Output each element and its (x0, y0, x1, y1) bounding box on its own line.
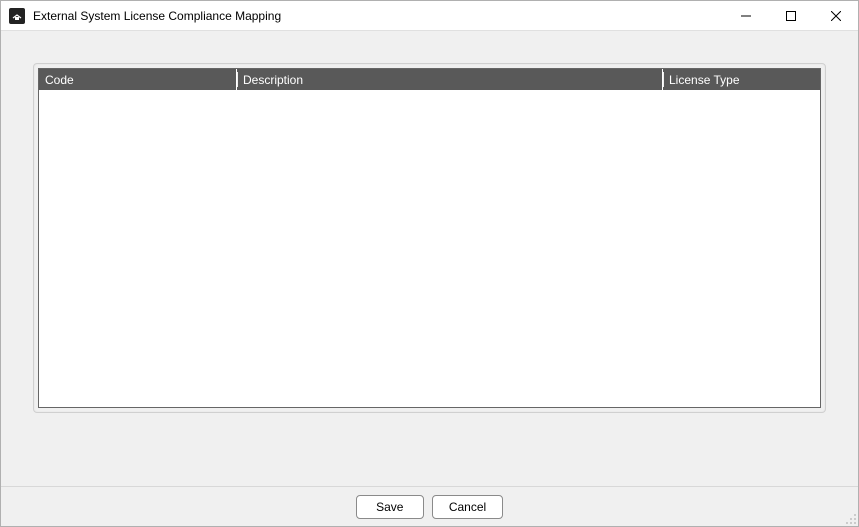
dialog-buttons: Save Cancel (1, 486, 858, 526)
column-header-license-type[interactable]: License Type (663, 69, 820, 90)
table-body[interactable] (39, 90, 820, 407)
maximize-button[interactable] (768, 1, 813, 31)
minimize-button[interactable] (723, 1, 768, 31)
window-title: External System License Compliance Mappi… (33, 9, 723, 23)
cancel-button[interactable]: Cancel (432, 495, 503, 519)
column-header-label: Description (243, 73, 303, 87)
column-header-code[interactable]: Code (39, 69, 237, 90)
table-panel: Code Description License Type (33, 63, 826, 413)
column-header-label: Code (45, 73, 74, 87)
mapping-table[interactable]: Code Description License Type (38, 68, 821, 408)
column-header-description[interactable]: Description (237, 69, 663, 90)
table-header: Code Description License Type (39, 69, 820, 90)
save-button[interactable]: Save (356, 495, 424, 519)
content-area: Code Description License Type (1, 31, 858, 486)
column-divider-icon (237, 72, 238, 87)
resize-grip-icon[interactable] (843, 511, 857, 525)
app-icon (9, 8, 25, 24)
column-header-label: License Type (669, 73, 740, 87)
window: External System License Compliance Mappi… (0, 0, 859, 527)
close-button[interactable] (813, 1, 858, 31)
titlebar[interactable]: External System License Compliance Mappi… (1, 1, 858, 31)
column-divider-icon (663, 72, 664, 87)
